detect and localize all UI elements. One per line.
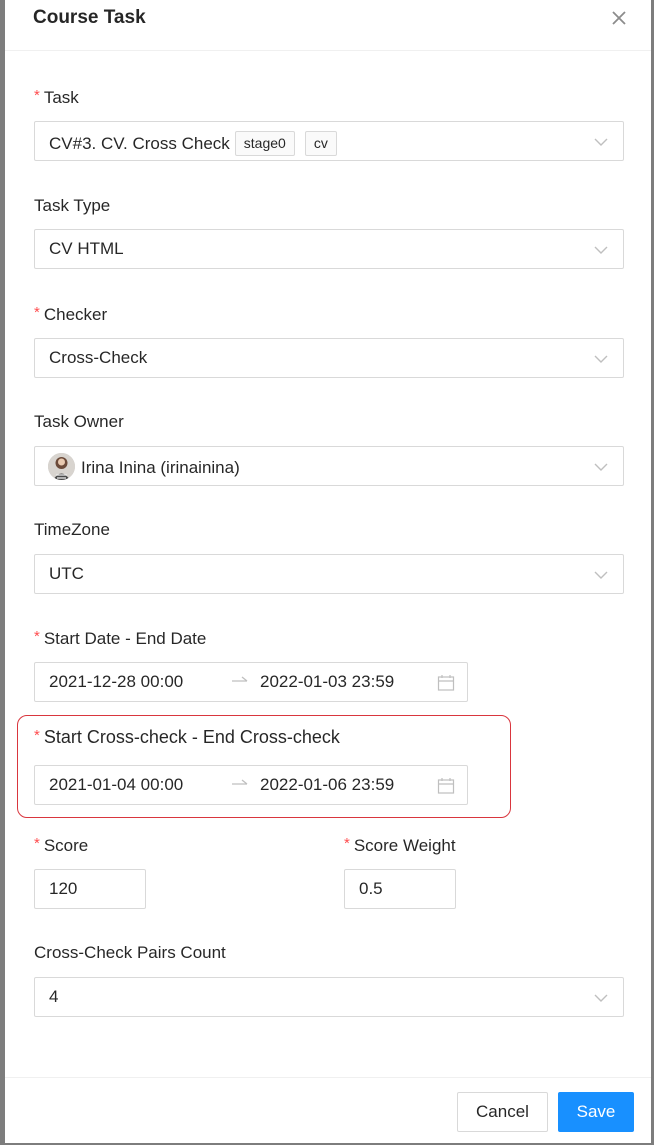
pairs-count-select[interactable]: 4 (34, 977, 624, 1017)
cross-check-end-input[interactable]: 2022-01-06 23:59 (260, 775, 394, 795)
start-date-input[interactable]: 2021-12-28 00:00 (49, 672, 183, 692)
end-date-input[interactable]: 2022-01-03 23:59 (260, 672, 394, 692)
task-value: CV#3. CV. Cross Check (49, 133, 230, 153)
checker-label: * Checker (34, 304, 108, 324)
chevron-down-icon (594, 994, 608, 1002)
modal-title: Course Task (33, 7, 146, 28)
score-weight-value: 0.5 (359, 879, 383, 898)
checker-select[interactable]: Cross-Check (34, 338, 624, 378)
calendar-icon (437, 675, 455, 691)
chevron-down-icon (594, 463, 608, 471)
arrow-right-icon (232, 676, 248, 682)
task-label: * Task (34, 87, 79, 107)
pairs-count-value: 4 (49, 987, 59, 1006)
task-owner-value: Irina Inina (irinainina) (81, 457, 240, 477)
score-value: 120 (49, 879, 78, 898)
modal-header: Course Task (5, 0, 651, 51)
cancel-button[interactable]: Cancel (457, 1092, 548, 1132)
chevron-down-icon (594, 246, 608, 254)
checker-value: Cross-Check (49, 348, 148, 367)
pairs-count-label: Cross-Check Pairs Count (34, 943, 226, 962)
tag-cv: cv (304, 131, 337, 156)
task-type-label: Task Type (34, 196, 111, 215)
task-owner-label: Task Owner (34, 412, 124, 431)
task-type-value: CV HTML (49, 239, 124, 258)
close-icon[interactable] (607, 6, 631, 30)
save-button[interactable]: Save (558, 1092, 634, 1132)
task-owner-select[interactable]: Irina Inina (irinainina) (34, 446, 624, 486)
arrow-right-icon (232, 779, 248, 785)
date-range-picker[interactable]: 2021-12-28 00:00 2022-01-03 23:59 (34, 662, 468, 702)
score-input[interactable]: 120 (34, 869, 146, 909)
dates-label: * Start Date - End Date (34, 628, 207, 648)
task-type-select[interactable]: CV HTML (34, 229, 624, 269)
course-task-modal: Course Task * Task CV#3. CV. Cross Check … (5, 0, 651, 1143)
modal-footer: Cancel Save (5, 1077, 651, 1143)
cross-check-start-input[interactable]: 2021-01-04 00:00 (49, 775, 183, 795)
timezone-value: UTC (49, 564, 84, 583)
chevron-down-icon (594, 571, 608, 579)
avatar (48, 453, 75, 480)
score-weight-label: * Score Weight (344, 835, 456, 855)
cross-check-range-picker[interactable]: 2021-01-04 00:00 2022-01-06 23:59 (34, 765, 468, 805)
tag-stage0: stage0 (234, 131, 295, 156)
chevron-down-icon (594, 138, 608, 146)
score-label: * Score (34, 835, 89, 855)
timezone-label: TimeZone (34, 520, 110, 539)
calendar-icon (437, 778, 455, 794)
score-weight-input[interactable]: 0.5 (344, 869, 456, 909)
chevron-down-icon (594, 355, 608, 363)
timezone-select[interactable]: UTC (34, 554, 624, 594)
cross-check-dates-label: * Start Cross-check - End Cross-check (34, 727, 340, 747)
task-select[interactable]: CV#3. CV. Cross Check stage0 cv (34, 121, 624, 161)
